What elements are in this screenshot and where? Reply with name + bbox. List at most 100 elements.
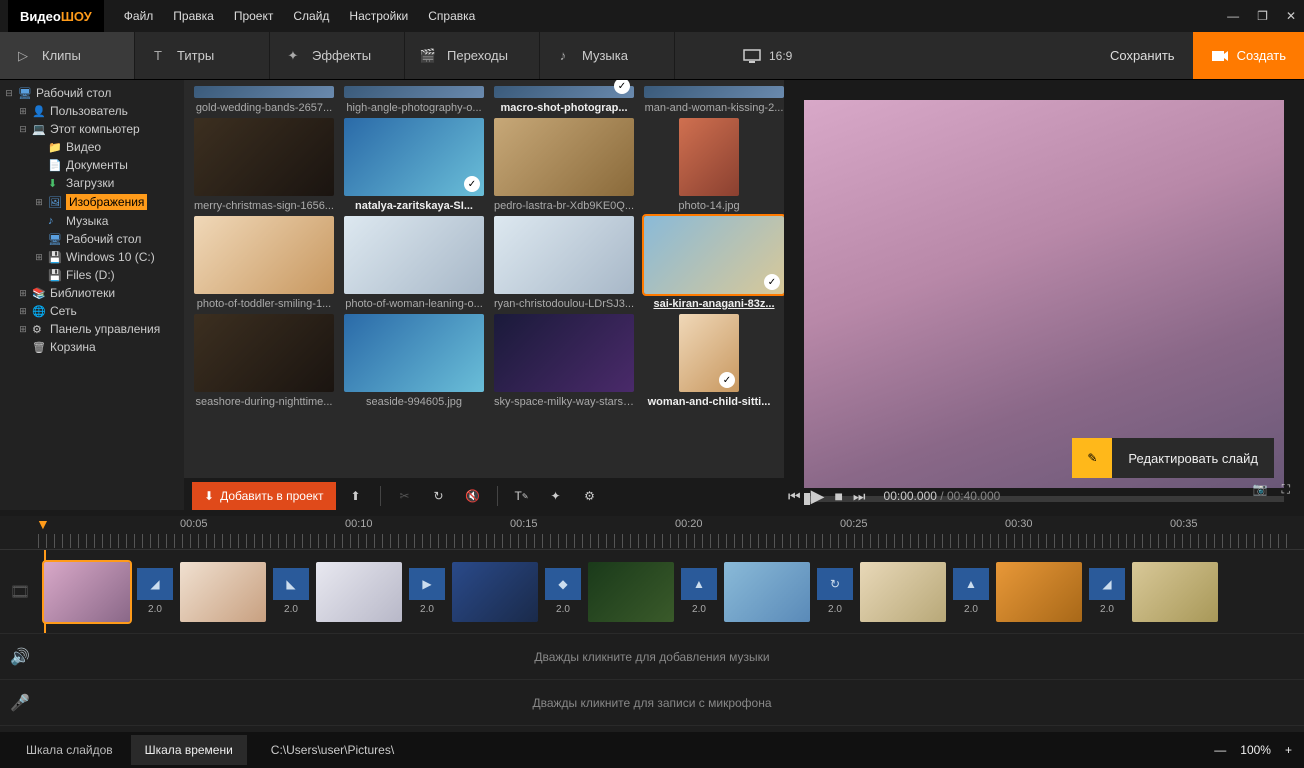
menu-файл[interactable]: Файл: [116, 5, 162, 27]
timeline-clip[interactable]: [316, 562, 402, 622]
wand-tool-icon[interactable]: ✦: [542, 482, 570, 510]
transition[interactable]: ◢2.0: [134, 562, 176, 622]
menu-правка[interactable]: Правка: [165, 5, 222, 27]
expand-icon[interactable]: ⊞: [18, 306, 28, 317]
time-scale-button[interactable]: Шкала времени: [131, 735, 247, 765]
timeline-clip[interactable]: [180, 562, 266, 622]
thumbnail[interactable]: high-angle-photography-o...: [344, 86, 484, 114]
create-button[interactable]: Создать: [1193, 32, 1304, 79]
expand-icon[interactable]: ⊟: [4, 88, 14, 99]
thumbnail[interactable]: ✓macro-shot-photograp...: [494, 86, 634, 114]
tree-item[interactable]: 🖥Рабочий стол: [0, 230, 184, 248]
tree-item[interactable]: ⊞👤Пользователь: [0, 102, 184, 120]
expand-icon[interactable]: ⊞: [34, 252, 44, 263]
tree-item[interactable]: 📁Видео: [0, 138, 184, 156]
transition[interactable]: ▲2.0: [950, 562, 992, 622]
tree-item[interactable]: 💾Files (D:): [0, 266, 184, 284]
folder-icon: ⚙: [32, 323, 46, 336]
timeline-clip[interactable]: [996, 562, 1082, 622]
transition[interactable]: ◢2.0: [1086, 562, 1128, 622]
time-ruler[interactable]: ▼ 00:0500:1000:1500:2000:2500:3000:35: [0, 516, 1304, 550]
next-icon[interactable]: ⏭: [853, 488, 866, 505]
tree-item[interactable]: ⊞⚙Панель управления: [0, 320, 184, 338]
thumbnail[interactable]: merry-christmas-sign-1656...: [194, 118, 334, 212]
stop-icon[interactable]: ■: [834, 488, 842, 504]
slides-scale-button[interactable]: Шкала слайдов: [12, 735, 127, 765]
edit-slide-button[interactable]: ✎ Редактировать слайд: [1072, 438, 1274, 478]
expand-icon[interactable]: ⊞: [18, 288, 28, 299]
tree-item[interactable]: ⊞🖼Изображения: [0, 192, 184, 212]
menu-слайд[interactable]: Слайд: [285, 5, 337, 27]
menu-настройки[interactable]: Настройки: [341, 5, 416, 27]
expand-icon[interactable]: ⊟: [18, 124, 28, 135]
thumbnail[interactable]: seashore-during-nighttime...: [194, 314, 334, 408]
tab-slate[interactable]: 🎬Переходы: [405, 32, 540, 79]
tab-text[interactable]: TТитры: [135, 32, 270, 79]
music-track[interactable]: 🔊 Дважды кликните для добавления музыки: [0, 634, 1304, 680]
zoom-out-button[interactable]: —: [1214, 743, 1226, 757]
thumbnail[interactable]: ✓natalya-zaritskaya-SI...: [344, 118, 484, 212]
tree-label: Библиотеки: [50, 286, 115, 300]
thumbnail[interactable]: photo-of-woman-leaning-o...: [344, 216, 484, 310]
add-to-project-button[interactable]: ⬇ Добавить в проект: [192, 482, 336, 510]
tree-item[interactable]: ♪Музыка: [0, 212, 184, 230]
close-button[interactable]: ✕: [1286, 9, 1296, 23]
fullscreen-icon[interactable]: ⛶: [1282, 482, 1290, 497]
text-tool-icon[interactable]: T✎: [508, 482, 536, 510]
thumbnail[interactable]: man-and-woman-kissing-2...: [644, 86, 784, 114]
playhead-marker[interactable]: ▼: [36, 516, 50, 532]
thumbnail[interactable]: photo-14.jpg: [644, 118, 774, 212]
maximize-button[interactable]: ❐: [1257, 9, 1268, 23]
transition[interactable]: ▶2.0: [406, 562, 448, 622]
thumbnail[interactable]: ryan-christodoulou-LDrSJ3...: [494, 216, 634, 310]
expand-icon[interactable]: ⊞: [18, 106, 28, 117]
expand-icon[interactable]: ⊞: [18, 324, 28, 335]
tree-item[interactable]: ⊞💾Windows 10 (C:): [0, 248, 184, 266]
minimize-button[interactable]: —: [1227, 9, 1239, 23]
thumbnail[interactable]: ✓woman-and-child-sitti...: [644, 314, 774, 408]
tree-item[interactable]: 📄Документы: [0, 156, 184, 174]
timeline-clip[interactable]: [588, 562, 674, 622]
tab-wand[interactable]: ✦Эффекты: [270, 32, 405, 79]
transition[interactable]: ◣2.0: [270, 562, 312, 622]
save-button[interactable]: Сохранить: [1092, 32, 1193, 79]
mute-icon[interactable]: 🔇: [459, 482, 487, 510]
tree-item[interactable]: 🗑Корзина: [0, 338, 184, 356]
timeline-clip[interactable]: [44, 562, 130, 622]
rotate-icon[interactable]: ↻: [425, 482, 453, 510]
tree-item[interactable]: ⬇Загрузки: [0, 174, 184, 192]
preview-canvas[interactable]: ✎ Редактировать слайд: [804, 100, 1284, 488]
timeline-clip[interactable]: [452, 562, 538, 622]
tree-item[interactable]: ⊟💻Этот компьютер: [0, 120, 184, 138]
snapshot-icon[interactable]: 📷: [1253, 482, 1268, 497]
upload-icon[interactable]: ⬆: [342, 482, 370, 510]
thumbnail[interactable]: ✓sai-kiran-anagani-83z...: [644, 216, 784, 310]
thumbnail[interactable]: seaside-994605.jpg: [344, 314, 484, 408]
zoom-in-button[interactable]: +: [1285, 743, 1292, 757]
tab-note[interactable]: ♪Музыка: [540, 32, 675, 79]
thumbnail[interactable]: gold-wedding-bands-2657...: [194, 86, 334, 114]
tree-item[interactable]: ⊞🌐Сеть: [0, 302, 184, 320]
timeline-clip[interactable]: [1132, 562, 1218, 622]
play-icon[interactable]: ▶: [811, 486, 825, 507]
transition[interactable]: ◆2.0: [542, 562, 584, 622]
prev-icon[interactable]: ⏮: [788, 488, 801, 505]
timeline-clip[interactable]: [724, 562, 810, 622]
tree-item[interactable]: ⊞📚Библиотеки: [0, 284, 184, 302]
thumbnail[interactable]: pedro-lastra-br-Xdb9KE0Q...: [494, 118, 634, 212]
tab-play[interactable]: ▷Клипы: [0, 32, 135, 79]
transition[interactable]: ▲2.0: [678, 562, 720, 622]
cut-icon[interactable]: ✂: [391, 482, 419, 510]
clip-track[interactable]: 🎞 ◢2.0◣2.0▶2.0◆2.0▲2.0↻2.0▲2.0◢2.0: [0, 550, 1304, 634]
mic-track[interactable]: 🎤 Дважды кликните для записи с микрофона: [0, 680, 1304, 726]
aspect-ratio[interactable]: 16:9: [725, 32, 810, 79]
thumbnail[interactable]: photo-of-toddler-smiling-1...: [194, 216, 334, 310]
timeline-clip[interactable]: [860, 562, 946, 622]
menu-проект[interactable]: Проект: [226, 5, 282, 27]
menu-справка[interactable]: Справка: [420, 5, 483, 27]
thumbnail[interactable]: sky-space-milky-way-stars-...: [494, 314, 634, 408]
tree-item[interactable]: ⊟🖥Рабочий стол: [0, 84, 184, 102]
transition[interactable]: ↻2.0: [814, 562, 856, 622]
expand-icon[interactable]: ⊞: [34, 197, 44, 208]
gear-icon[interactable]: ⚙: [576, 482, 604, 510]
